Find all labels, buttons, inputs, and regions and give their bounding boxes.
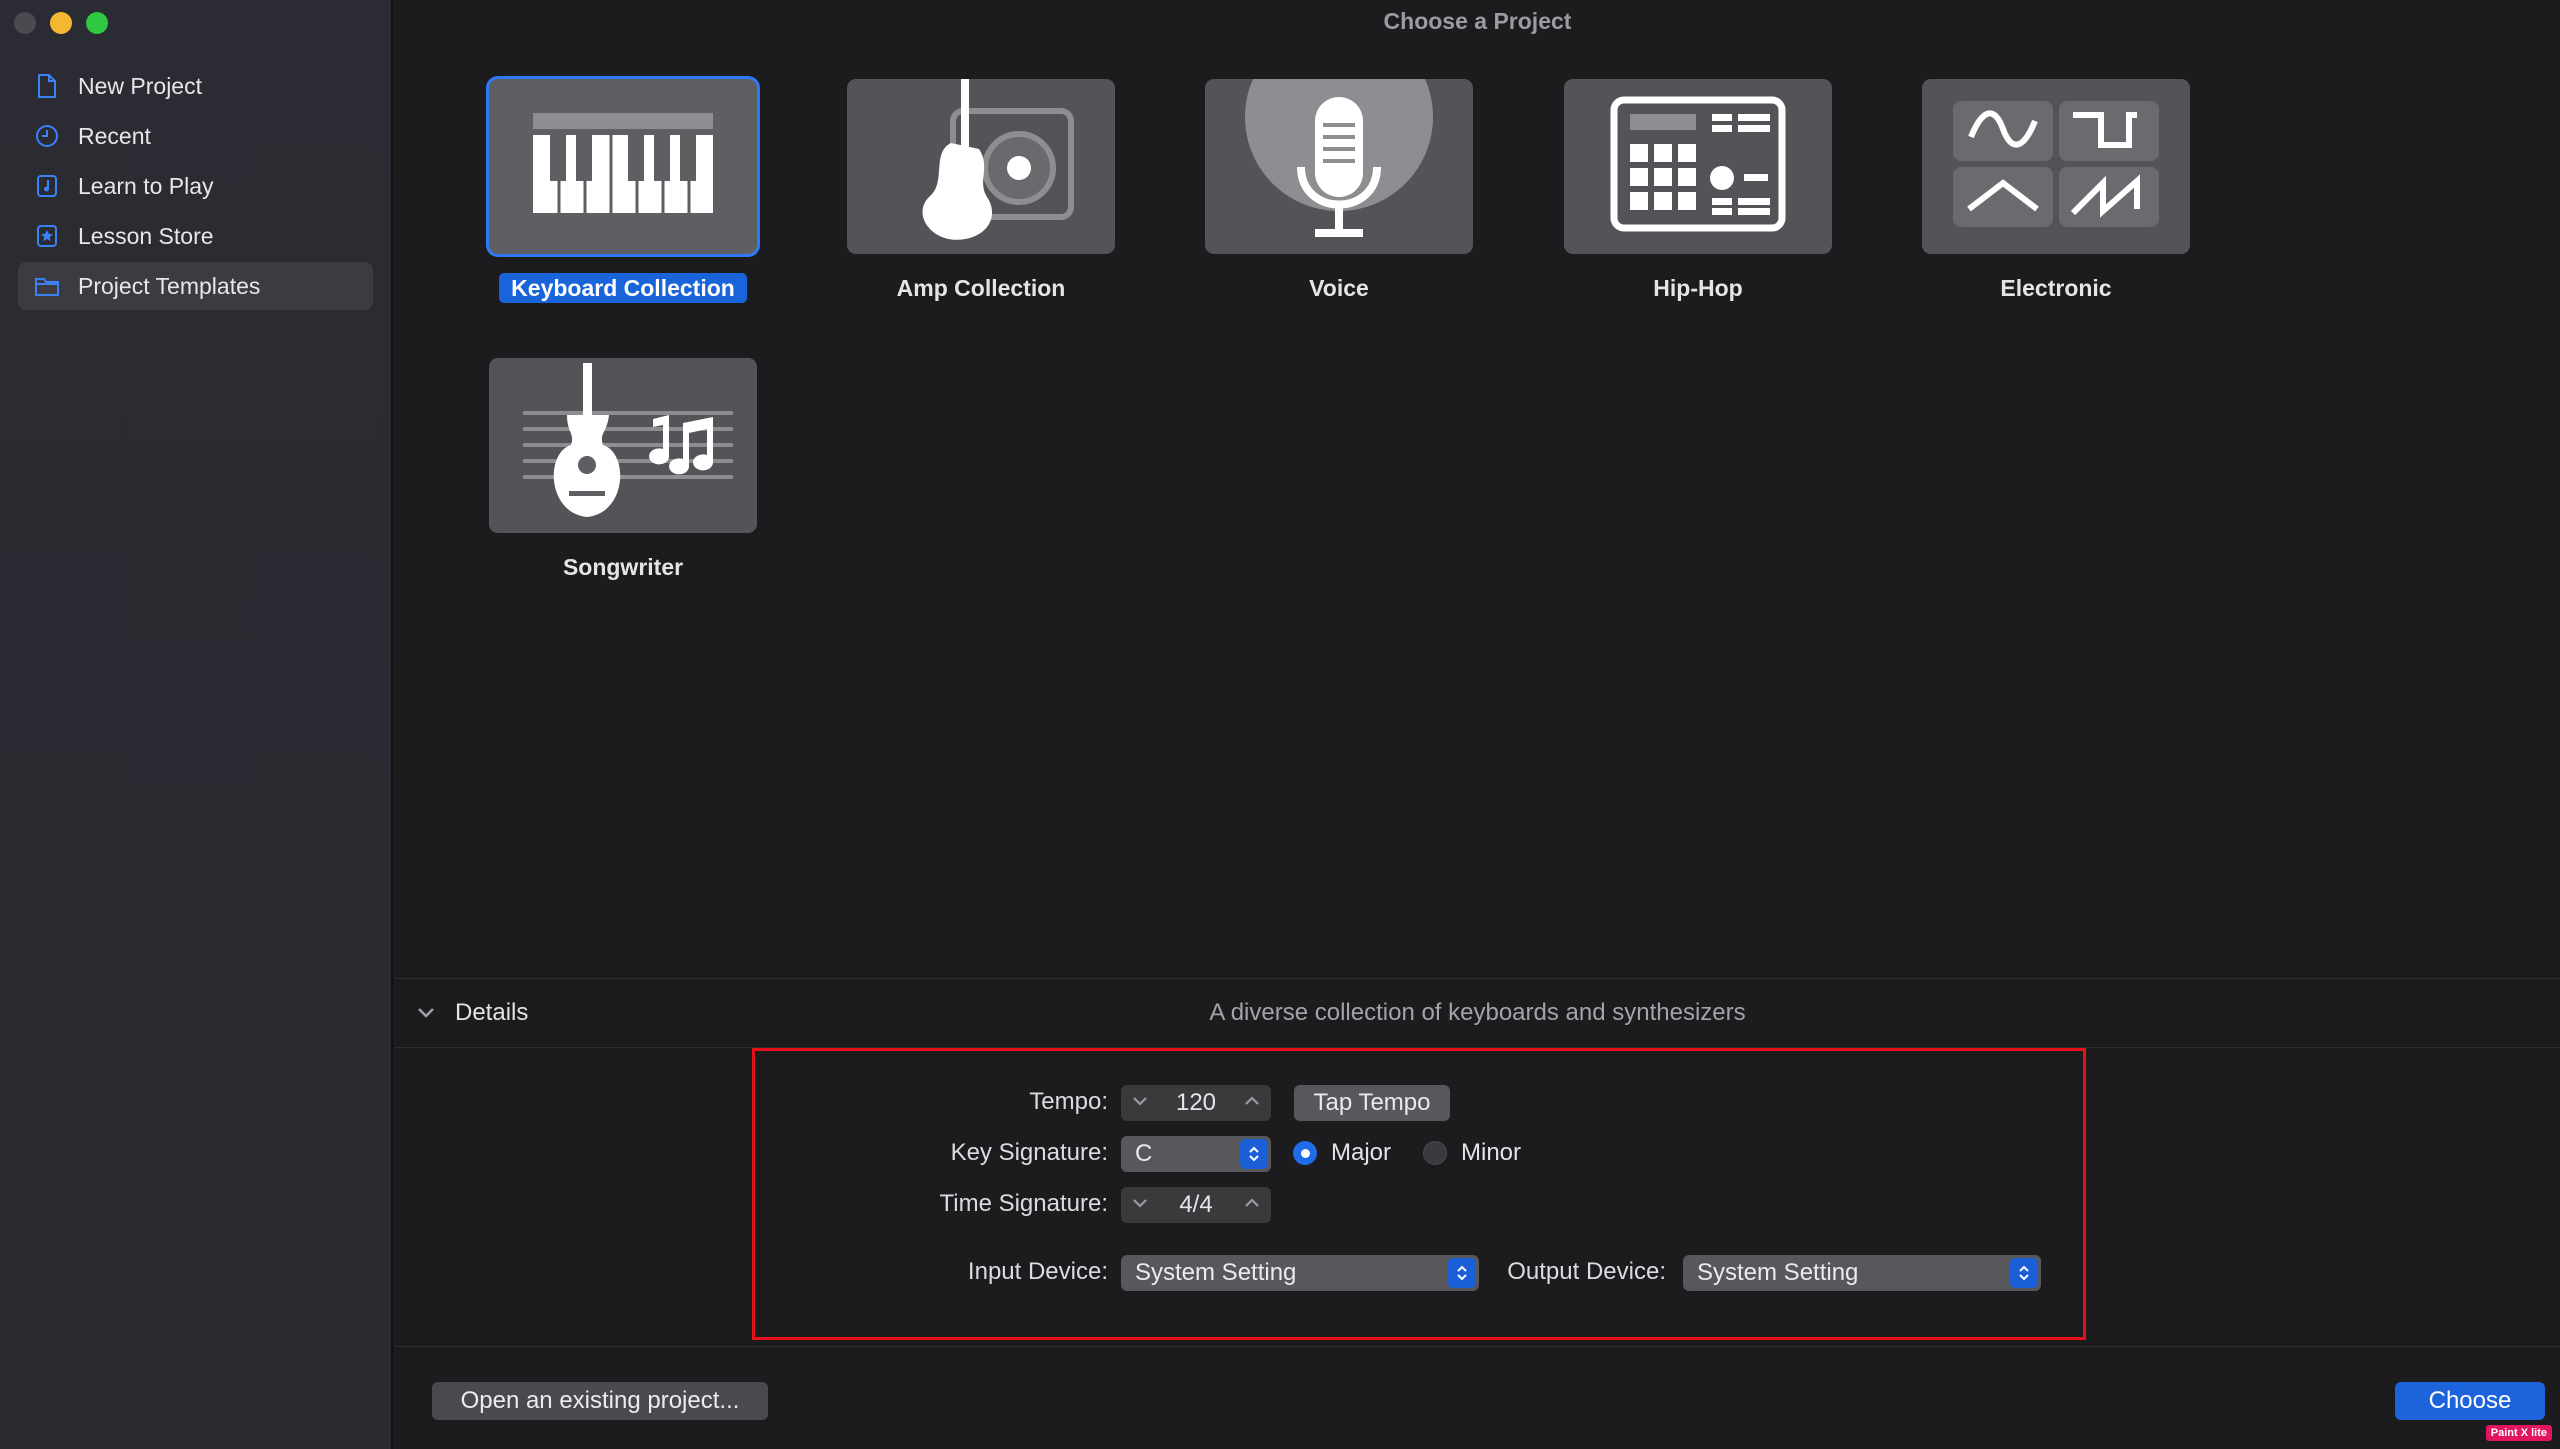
template-label: Songwriter [562,554,684,580]
sidebar-item-label: Project Templates [78,272,261,299]
input-device-value: System Setting [1135,1259,1297,1286]
template-hip-hop[interactable] [1564,79,1832,254]
template-label: Amp Collection [896,275,1066,301]
updown-chevron-icon [1240,1139,1268,1169]
major-radio[interactable]: Major [1293,1139,1391,1167]
minor-label: Minor [1461,1139,1522,1166]
sidebar-item-label: Learn to Play [78,172,214,199]
sidebar-item-lesson-store[interactable]: Lesson Store [18,212,373,260]
open-existing-project-button[interactable]: Open an existing project... [432,1382,768,1420]
drum-machine-icon [1608,94,1788,239]
template-amp-collection[interactable] [847,79,1115,254]
template-electronic[interactable] [1922,79,2190,254]
tempo-label: Tempo: [1029,1088,1108,1115]
sidebar-item-project-templates[interactable]: Project Templates [18,262,373,310]
document-icon [34,73,60,99]
main-panel: Choose a Project Keyboard Collection Amp… [395,0,2560,1449]
microphone-icon [1239,79,1439,254]
tap-tempo-button[interactable]: Tap Tempo [1294,1085,1450,1121]
sidebar-item-new-project[interactable]: New Project [18,62,373,110]
sidebar-item-learn-to-play[interactable]: Learn to Play [18,162,373,210]
template-label: Hip-Hop [1653,275,1743,301]
keyboard-icon [528,109,718,224]
output-device-label: Output Device: [1507,1258,1666,1285]
star-icon [34,223,60,249]
minor-radio[interactable]: Minor [1423,1139,1521,1167]
chevron-down-icon[interactable] [1131,1194,1149,1217]
details-bar: Details A diverse collection of keyboard… [395,978,2560,1048]
template-description: A diverse collection of keyboards and sy… [1209,999,1746,1026]
music-note-icon [34,173,60,199]
template-songwriter[interactable] [489,358,757,533]
clock-icon [34,123,60,149]
major-label: Major [1331,1139,1392,1166]
updown-chevron-icon [2010,1258,2038,1288]
radio-unselected-indicator [1423,1141,1447,1165]
output-device-select[interactable]: System Setting [1683,1255,2041,1291]
zoom-window-button[interactable] [86,12,108,34]
watermark-logo: Paint X lite [2485,1425,2552,1441]
minimize-window-button[interactable] [50,12,72,34]
template-keyboard-collection[interactable] [489,79,757,254]
chevron-down-icon[interactable] [1131,1092,1149,1115]
time-signature-label: Time Signature: [939,1190,1108,1217]
key-signature-label: Key Signature: [950,1139,1108,1166]
sidebar: New Project Recent Learn to Play Lesson … [0,0,393,1449]
guitar-amp-icon [881,79,1081,254]
sidebar-item-label: New Project [78,72,202,99]
time-signature-value: 4/4 [1179,1191,1213,1218]
sidebar-item-recent[interactable]: Recent [18,112,373,160]
folder-icon [34,273,60,299]
chevron-up-icon[interactable] [1243,1194,1261,1217]
sidebar-item-label: Lesson Store [78,222,214,249]
window-controls [14,12,108,34]
template-label: Voice [1309,275,1369,301]
chevron-up-icon[interactable] [1243,1092,1261,1115]
key-signature-select[interactable]: C [1121,1136,1271,1172]
window-title: Choose a Project [1383,8,1572,34]
template-label: Electronic [2000,275,2112,301]
acoustic-guitar-icon [503,363,743,528]
template-voice[interactable] [1205,79,1473,254]
tempo-value: 120 [1175,1089,1217,1116]
close-window-button[interactable] [14,12,36,34]
radio-selected-indicator [1293,1141,1317,1165]
time-signature-stepper[interactable]: 4/4 [1121,1187,1271,1223]
sidebar-nav: New Project Recent Learn to Play Lesson … [18,62,373,312]
tempo-stepper[interactable]: 120 [1121,1085,1271,1121]
input-device-label: Input Device: [967,1258,1108,1285]
footer-divider [395,1346,2560,1347]
sidebar-item-label: Recent [78,122,151,149]
waveforms-icon [1951,99,2161,234]
key-signature-value: C [1135,1140,1153,1167]
choose-button[interactable]: Choose [2395,1382,2545,1420]
output-device-value: System Setting [1697,1259,1859,1286]
template-label: Keyboard Collection [473,273,773,303]
